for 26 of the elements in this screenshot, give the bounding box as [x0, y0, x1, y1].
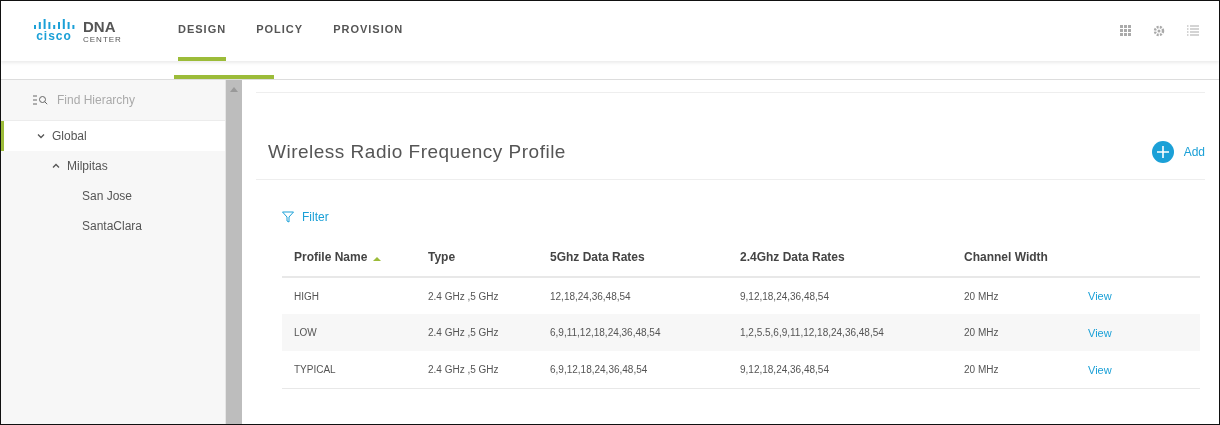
table-cell: TYPICAL [282, 351, 416, 388]
tree-item[interactable]: Milpitas [1, 151, 225, 181]
tree-item[interactable]: SantaClara [1, 211, 225, 241]
table-cell: 9,12,18,24,36,48,54 [728, 277, 952, 314]
table-cell: 9,12,18,24,36,48,54 [728, 351, 952, 388]
table-cell: LOW [282, 314, 416, 351]
table-cell: 12,18,24,36,48,54 [538, 277, 728, 314]
table-cell: 1,2,5.5,6,9,11,12,18,24,36,48,54 [728, 314, 952, 351]
page-title: Wireless Radio Frequency Profile [268, 141, 566, 163]
product-name: DNA CENTER [83, 18, 122, 44]
search-field[interactable]: Find Hierarchy [55, 92, 209, 108]
table-cell: 6,9,12,18,24,36,48,54 [538, 351, 728, 388]
nav-tab[interactable]: PROVISION [333, 1, 404, 61]
table-cell: 20 MHz [952, 351, 1076, 388]
table-cell: 20 MHz [952, 314, 1076, 351]
table-cell: 6,9,11,12,18,24,36,48,54 [538, 314, 728, 351]
table-cell: 20 MHz [952, 277, 1076, 314]
table-cell: 2.4 GHz ,5 GHz [416, 351, 538, 388]
tree-item[interactable]: Global [1, 121, 225, 151]
brand-logo: cisco [33, 19, 75, 43]
table-cell: 2.4 GHz ,5 GHz [416, 277, 538, 314]
nav-tab[interactable]: DESIGN [178, 1, 227, 61]
tree-item[interactable]: San Jose [1, 181, 225, 211]
table-cell: 2.4 GHz ,5 GHz [416, 314, 538, 351]
nav-tab[interactable]: POLICY [256, 1, 304, 61]
table-cell: HIGH [282, 277, 416, 314]
